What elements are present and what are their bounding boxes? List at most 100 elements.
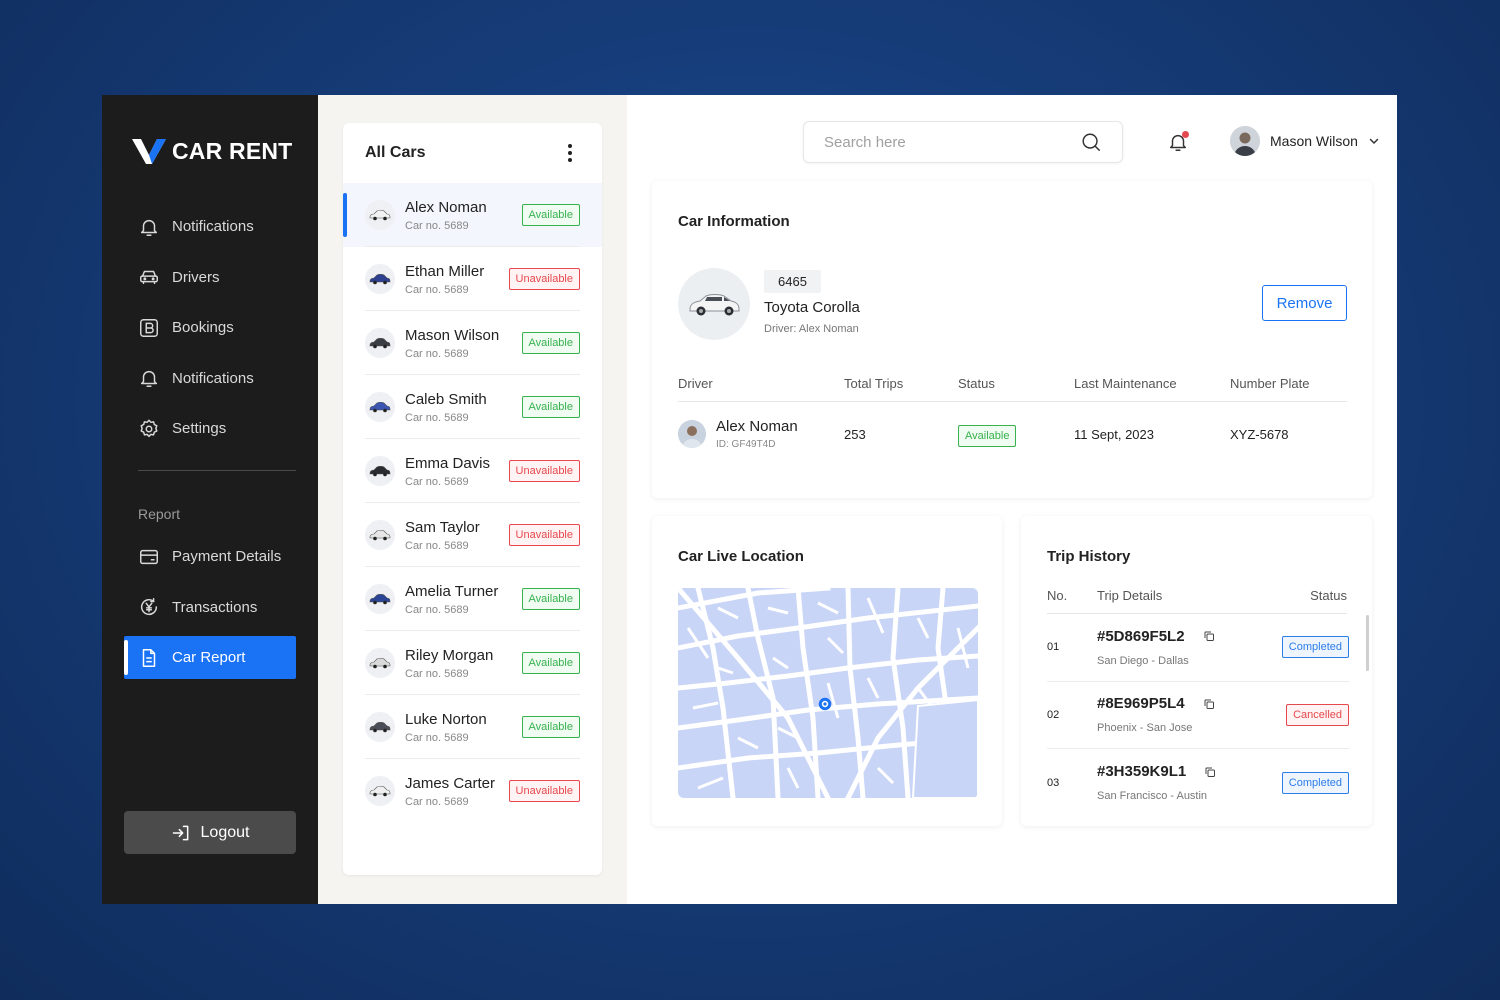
document-icon	[142, 648, 156, 667]
status-badge: Available	[521, 716, 580, 738]
map[interactable]	[678, 588, 978, 798]
status-badge: Available	[521, 396, 580, 418]
trip-route: Phoenix - San Jose	[1097, 722, 1193, 735]
nav-item-label: Notifications	[172, 218, 254, 235]
car-list-item[interactable]: Amelia Turner Car no. 5689 Available	[343, 567, 602, 631]
nav-item-notifications[interactable]: Notifications	[124, 205, 296, 248]
nav-item-car-report[interactable]: Car Report	[124, 636, 296, 679]
car-list-item[interactable]: James Carter Car no. 5689 Unavailable	[343, 759, 602, 823]
more-options-icon[interactable]	[560, 141, 580, 165]
copy-icon[interactable]	[1203, 630, 1215, 642]
car-model: Toyota Corolla	[764, 299, 860, 316]
car-number: Car no. 5689	[405, 283, 469, 296]
car-thumbnail	[365, 712, 395, 742]
car-list-item[interactable]: Mason Wilson Car no. 5689 Available	[343, 311, 602, 375]
car-thumbnail	[365, 648, 395, 678]
car-number: Car no. 5689	[405, 539, 469, 552]
nav-item-notifications-2[interactable]: Notifications	[124, 357, 296, 400]
search-icon[interactable]	[1080, 131, 1102, 153]
user-name: Mason Wilson	[1270, 133, 1358, 149]
copy-icon[interactable]	[1204, 766, 1216, 778]
car-thumbnail	[365, 392, 395, 422]
nav-item-label: Payment Details	[172, 548, 282, 565]
car-info-table: Driver Total Trips Status Last Maintenan…	[678, 376, 1347, 466]
car-thumbnail	[365, 776, 395, 806]
nav-item-payment-details[interactable]: Payment Details	[124, 535, 296, 578]
trip-number: 02	[1047, 708, 1060, 721]
card-icon	[140, 549, 158, 564]
gear-icon	[140, 419, 158, 437]
trip-code: #3H359K9L1	[1097, 763, 1187, 781]
trip-number: 01	[1047, 641, 1060, 654]
trip-row: 01 #5D869F5L2 San Diego - Dallas Completed	[1047, 614, 1349, 682]
bookings-icon	[140, 318, 158, 337]
status-badge: Completed	[1281, 771, 1349, 794]
nav-item-bookings[interactable]: Bookings	[124, 306, 296, 349]
car-image-icon	[689, 294, 740, 316]
car-info: Emma Davis Car no. 5689	[405, 455, 509, 488]
table-header: Driver Total Trips Status Last Maintenan…	[678, 376, 1347, 402]
car-list-item[interactable]: Luke Norton Car no. 5689 Available	[343, 695, 602, 759]
car-list-item[interactable]: Emma Davis Car no. 5689 Unavailable	[343, 439, 602, 503]
status-badge: Available	[521, 588, 580, 610]
search-input[interactable]	[824, 133, 1080, 151]
status-badge: Completed	[1281, 636, 1349, 659]
map-streets	[678, 588, 978, 798]
nav-item-transactions[interactable]: Transactions	[124, 586, 296, 629]
car-list-item[interactable]: Sam Taylor Car no. 5689 Unavailable	[343, 503, 602, 567]
car-image	[678, 268, 750, 340]
scrollbar[interactable]	[1366, 615, 1369, 671]
user-menu[interactable]: Mason Wilson	[1230, 126, 1380, 156]
car-number: Car no. 5689	[405, 667, 469, 680]
car-list-item[interactable]: Alex Noman Car no. 5689 Available	[343, 183, 602, 247]
nav-item-label: Notifications	[172, 369, 254, 387]
copy-icon[interactable]	[1203, 698, 1215, 710]
car-driver-name: Ethan Miller	[405, 262, 485, 280]
car-thumbnail	[365, 584, 395, 614]
car-driver-name: Mason Wilson	[405, 326, 500, 344]
car-list-item[interactable]: Caleb Smith Car no. 5689 Available	[343, 375, 602, 439]
car-icon	[369, 721, 391, 733]
search-bar[interactable]	[803, 121, 1123, 163]
car-icon	[369, 529, 391, 541]
car-driver-name: James Carter	[405, 774, 496, 792]
app-window: CAR RENT Notifications Drivers Bookings …	[102, 95, 1397, 904]
number-plate: XYZ-5678	[1230, 426, 1289, 442]
logout-icon	[172, 825, 188, 840]
car-icon	[369, 593, 391, 605]
trip-details: #3H359K9L1 San Francisco - Austin	[1097, 763, 1282, 802]
logout-button[interactable]: Logout	[124, 811, 296, 854]
live-location-card: Car Live Location	[652, 516, 1002, 826]
status-badge: Available	[521, 204, 580, 226]
nav-item-settings[interactable]: Settings	[124, 407, 296, 450]
car-list-header: All Cars	[343, 123, 602, 183]
avatar	[1230, 126, 1260, 156]
driver-name: Alex Noman	[716, 418, 798, 435]
status-badge: Unavailable	[508, 524, 580, 546]
car-info: Mason Wilson Car no. 5689	[405, 327, 522, 360]
car-thumbnail	[365, 264, 395, 294]
car-list-item[interactable]: Riley Morgan Car no. 5689 Available	[343, 631, 602, 695]
nav-item-label: Transactions	[172, 598, 258, 616]
car-list-item[interactable]: Ethan Miller Car no. 5689 Unavailable	[343, 247, 602, 311]
trip-code: #8E969P5L4	[1097, 695, 1185, 713]
notifications-bell[interactable]	[1167, 131, 1189, 153]
column-header: Status	[958, 376, 995, 391]
location-pin-icon	[819, 698, 831, 710]
car-number: Car no. 5689	[405, 731, 469, 744]
nav-item-drivers[interactable]: Drivers	[124, 256, 296, 299]
nav-item-label: Drivers	[172, 268, 220, 286]
trip-list: 01 #5D869F5L2 San Diego - Dallas Completed 0…	[1047, 614, 1349, 817]
car-driver-name: Caleb Smith	[405, 390, 487, 408]
car-icon	[369, 401, 391, 413]
car-info: James Carter Car no. 5689	[405, 775, 509, 808]
trip-row: 03 #3H359K9L1 San Francisco - Austin Comple…	[1047, 749, 1349, 817]
column-header: Total Trips	[844, 376, 904, 391]
car-number: Car no. 5689	[405, 219, 469, 232]
column-header: No.	[1047, 588, 1068, 603]
car-icon	[369, 465, 391, 477]
remove-button[interactable]: Remove	[1262, 285, 1347, 321]
trip-history-card: Trip History No. Trip Details Status 01 #…	[1021, 516, 1372, 826]
car-number: Car no. 5689	[405, 411, 469, 424]
car-number: Car no. 5689	[405, 475, 469, 488]
